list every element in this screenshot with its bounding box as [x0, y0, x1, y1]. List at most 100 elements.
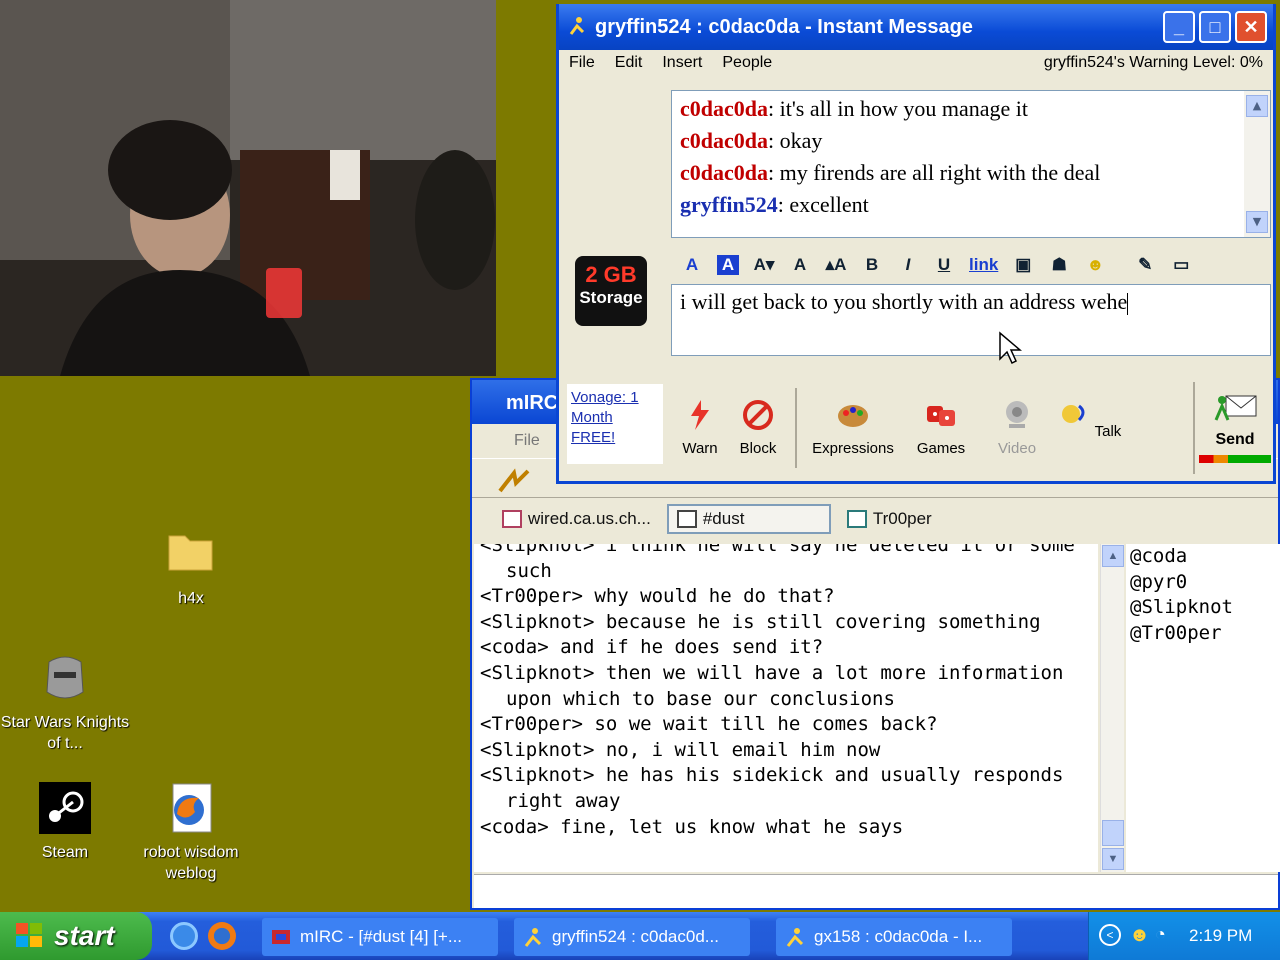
- switch-label: Tr00per: [872, 509, 932, 528]
- steam-icon: [39, 782, 91, 834]
- block-button[interactable]: Block: [729, 382, 787, 474]
- minimize-button[interactable]: _: [1163, 11, 1195, 43]
- warn-button[interactable]: Warn: [671, 382, 729, 474]
- chat-line: <Tr00per> so we wait till he comes back?: [480, 713, 938, 736]
- firefox-icon[interactable]: [208, 922, 236, 950]
- normal-font-icon[interactable]: A: [789, 255, 811, 275]
- history-line: gryffin524: excellent: [680, 189, 1262, 221]
- scroll-down-icon[interactable]: ▼: [1102, 848, 1124, 870]
- close-button[interactable]: ✕: [1235, 11, 1267, 43]
- scroll-down-icon[interactable]: ▼: [1246, 211, 1268, 233]
- channel-chat-log[interactable]: <Slipknot> i think he will say he delete…: [474, 544, 1098, 872]
- task-mirc[interactable]: mIRC - [#dust [4] [+...: [262, 918, 498, 956]
- image-icon[interactable]: ▣: [1012, 255, 1034, 275]
- italic-icon[interactable]: I: [897, 255, 919, 275]
- warn-lightning-icon: [691, 400, 709, 430]
- send-button[interactable]: Send: [1193, 382, 1275, 474]
- query-window-icon: [846, 510, 867, 528]
- sender-name: gryffin524: [680, 192, 778, 217]
- message-compose-input[interactable]: i will get back to you shortly with an a…: [671, 284, 1271, 365]
- aim-im-window[interactable]: gryffin524 : c0dac0da - Instant Message …: [556, 4, 1276, 484]
- nick-item[interactable]: @Slipknot: [1130, 595, 1280, 621]
- nick-list[interactable]: @coda @pyr0 @Slipknot @Tr00per: [1126, 544, 1280, 872]
- aim-running-man-icon: [524, 928, 542, 947]
- clock[interactable]: 2:19 PM: [1189, 926, 1252, 945]
- desktop-icon-label: Star Wars Knights of t...: [0, 714, 130, 752]
- nick-item[interactable]: @pyr0: [1130, 570, 1280, 596]
- text-caret: [1127, 292, 1129, 315]
- aim-running-man-icon: [786, 928, 804, 947]
- increase-font-icon[interactable]: ▴A: [825, 255, 847, 275]
- desktop-icon-robot-wisdom[interactable]: robot wisdom weblog: [126, 782, 256, 884]
- background-icon[interactable]: ☗: [1048, 255, 1070, 275]
- message-text: : excellent: [777, 192, 869, 217]
- volume-tray-icon[interactable]: ◔: [1155, 924, 1166, 945]
- desktop-icon-steam[interactable]: Steam: [0, 782, 130, 863]
- chat-line: <coda> fine, let us know what he says: [480, 815, 904, 838]
- link-icon[interactable]: link: [969, 255, 998, 275]
- chat-line: <Tr00per> why would he do that?: [480, 585, 835, 608]
- talk-headset-icon: [1061, 404, 1085, 423]
- nick-item[interactable]: @coda: [1130, 544, 1280, 570]
- task-aim-gryffin524[interactable]: gryffin524 : c0dac0d...: [514, 918, 750, 956]
- ie-icon[interactable]: [170, 922, 198, 950]
- switch-server[interactable]: wired.ca.us.ch...: [494, 504, 659, 534]
- aim-title: gryffin524 : c0dac0da - Instant Message: [595, 16, 973, 38]
- expressions-button[interactable]: Expressions: [805, 382, 901, 474]
- desktop-icon-h4x[interactable]: h4x: [126, 528, 256, 609]
- games-button[interactable]: Games: [901, 382, 981, 474]
- desktop-icon-label: Steam: [41, 844, 89, 861]
- video-button[interactable]: Video: [981, 382, 1053, 474]
- desktop-icon-label: h4x: [178, 590, 204, 607]
- smiley-icon[interactable]: ☻: [1084, 255, 1106, 275]
- scroll-up-icon[interactable]: ▲: [1246, 95, 1268, 117]
- underline-icon[interactable]: U: [933, 255, 955, 275]
- start-button[interactable]: start: [0, 912, 152, 960]
- bold-icon[interactable]: B: [861, 255, 883, 275]
- connect-icon[interactable]: [494, 463, 534, 499]
- mirc-menu-file[interactable]: File: [514, 432, 540, 449]
- history-line: c0dac0da: okay: [680, 125, 1262, 157]
- task-aim-gx158[interactable]: gx158 : c0dac0da - I...: [776, 918, 1012, 956]
- pencil-icon[interactable]: ✎: [1134, 255, 1156, 275]
- aim-menu-edit[interactable]: Edit: [615, 54, 643, 76]
- switch-query-tr00per[interactable]: Tr00per: [839, 504, 940, 534]
- webcam-icon: [1006, 401, 1028, 428]
- sender-name: c0dac0da: [680, 128, 768, 153]
- scroll-thumb[interactable]: [1102, 820, 1124, 846]
- mirc-title: mIRC: [506, 392, 559, 414]
- text-color-icon[interactable]: A: [681, 255, 703, 275]
- block-icon: [743, 400, 773, 430]
- vonage-promo-link[interactable]: Vonage: 1 Month FREE!: [567, 384, 663, 464]
- talk-button[interactable]: Talk: [1053, 382, 1125, 474]
- chat-line: <Slipknot> because he is still covering …: [480, 610, 1041, 633]
- server-window-icon: [502, 510, 522, 528]
- desktop-icon-star-wars[interactable]: Star Wars Knights of t...: [0, 652, 130, 754]
- chat-line: <coda> and if he does send it?: [480, 636, 824, 659]
- aim-tray-icon[interactable]: ☻: [1129, 924, 1150, 947]
- aim-menu-insert[interactable]: Insert: [662, 54, 702, 76]
- message-history[interactable]: c0dac0da: it's all in how you manage it …: [671, 90, 1271, 238]
- block-label: Block: [739, 440, 777, 457]
- aim-menu-people[interactable]: People: [722, 54, 772, 76]
- panel-icon[interactable]: ▭: [1170, 255, 1192, 275]
- chat-scrollbar[interactable]: ▲ ▼: [1100, 544, 1124, 872]
- task-label: gryffin524 : c0dac0d...: [552, 927, 719, 946]
- history-scrollbar[interactable]: ▲ ▼: [1244, 91, 1270, 237]
- dice-icon: [927, 406, 955, 426]
- mirc-input[interactable]: [474, 874, 1278, 908]
- tray-expand-icon[interactable]: <: [1099, 924, 1121, 946]
- maximize-button[interactable]: □: [1199, 11, 1231, 43]
- nick-item[interactable]: @Tr00per: [1130, 621, 1280, 647]
- storage-ad[interactable]: 2 GB Storage: [575, 256, 647, 326]
- aim-menu-file[interactable]: File: [569, 54, 595, 76]
- task-label: gx158 : c0dac0da - I...: [814, 927, 983, 946]
- scroll-up-icon[interactable]: ▲: [1102, 545, 1124, 567]
- background-color-icon[interactable]: A: [717, 255, 739, 275]
- switch-channel-dust[interactable]: #dust: [666, 504, 831, 534]
- decrease-font-icon[interactable]: A▾: [753, 255, 775, 275]
- game-helmet-icon: [39, 652, 91, 704]
- aim-title-bar[interactable]: gryffin524 : c0dac0da - Instant Message …: [559, 4, 1273, 50]
- mirc-icon: [272, 930, 290, 944]
- im-action-bar: Warn Block Expressions Games Video Talk …: [671, 382, 1275, 474]
